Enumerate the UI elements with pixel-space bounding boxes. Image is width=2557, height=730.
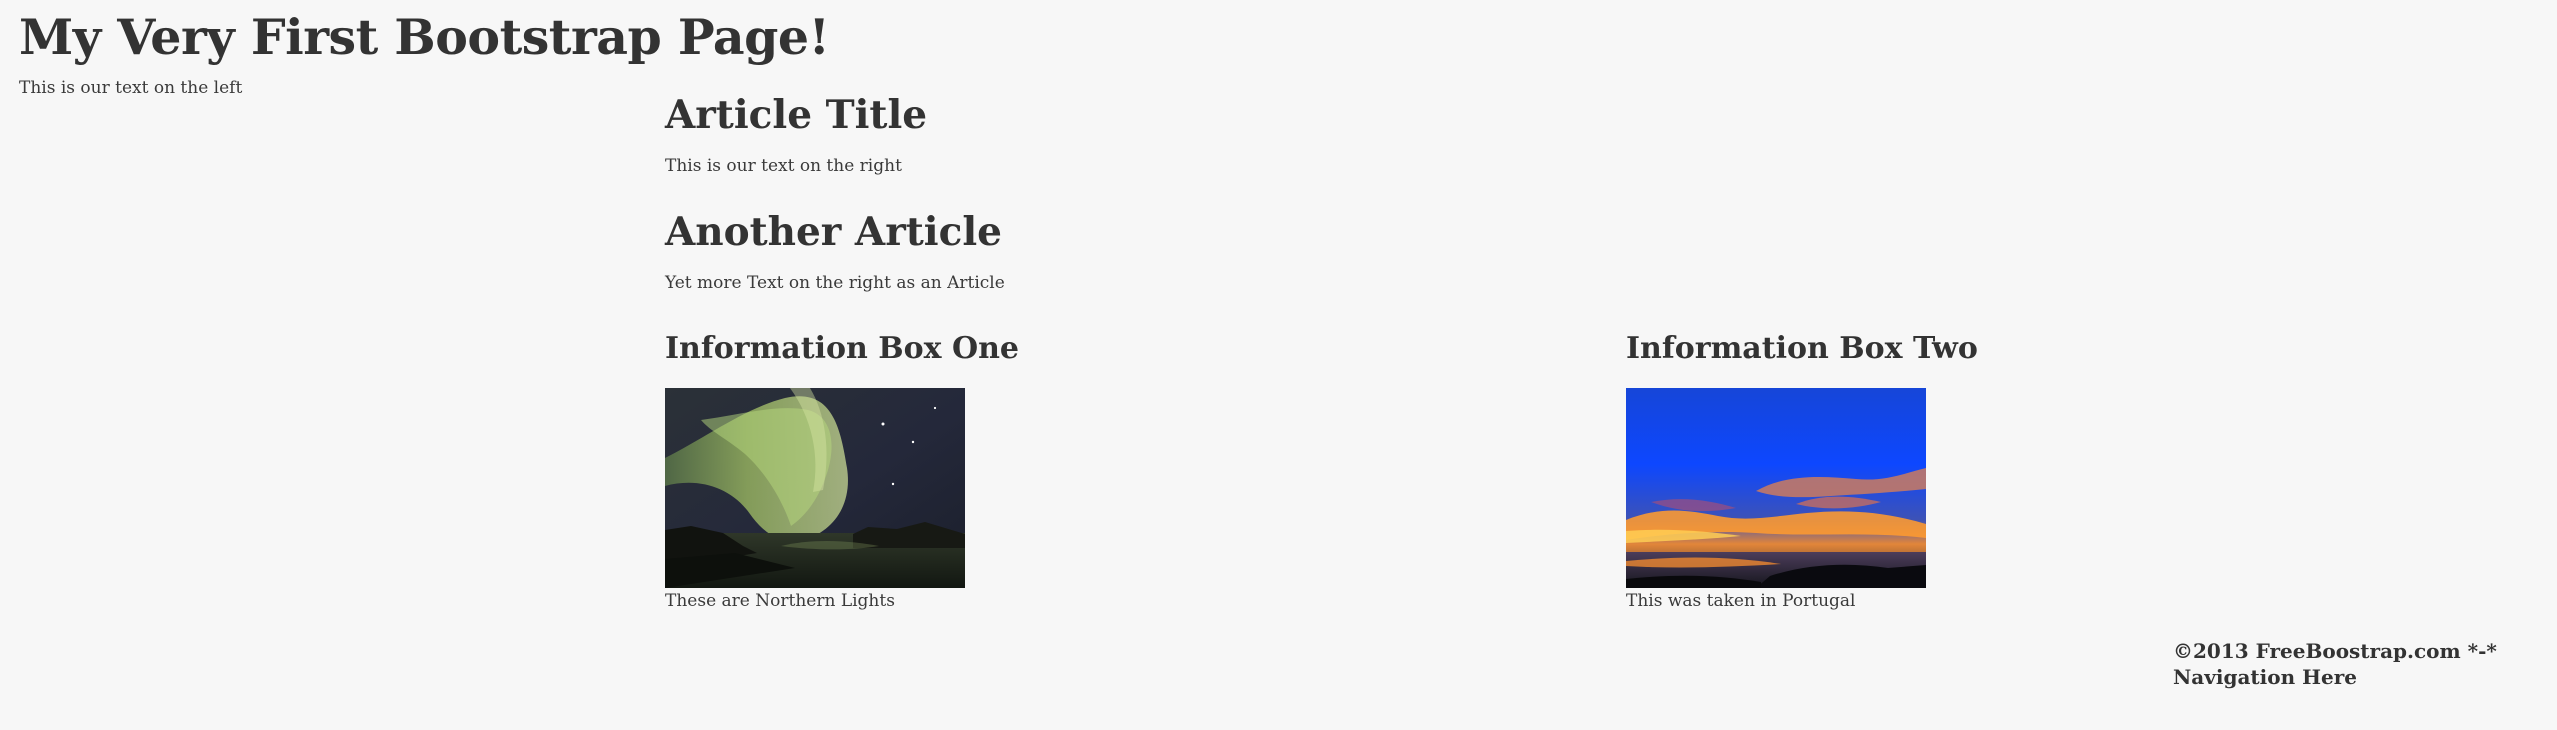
northern-lights-photo [665,388,965,588]
copyright-text: ©2013 FreeBoostrap.com *-* [2173,639,2497,663]
another-article-text: Yet more Text on the right as an Article [665,273,1005,293]
navigation-placeholder: Navigation Here [2173,665,2357,689]
page-title: My Very First Bootstrap Page! [19,8,830,66]
info-box-one-caption: These are Northern Lights [665,591,895,611]
another-article-title: Another Article [665,209,1002,255]
article-title: Article Title [665,92,928,138]
info-box-two-title: Information Box Two [1626,331,1978,366]
article-text: This is our text on the right [665,156,902,176]
left-text: This is our text on the left [19,78,243,98]
footer: ©2013 FreeBoostrap.com *-* Navigation He… [2173,638,2497,690]
info-box-two-caption: This was taken in Portugal [1626,591,1856,611]
sunset-photo [1626,388,1926,588]
info-box-one-title: Information Box One [665,331,1019,366]
